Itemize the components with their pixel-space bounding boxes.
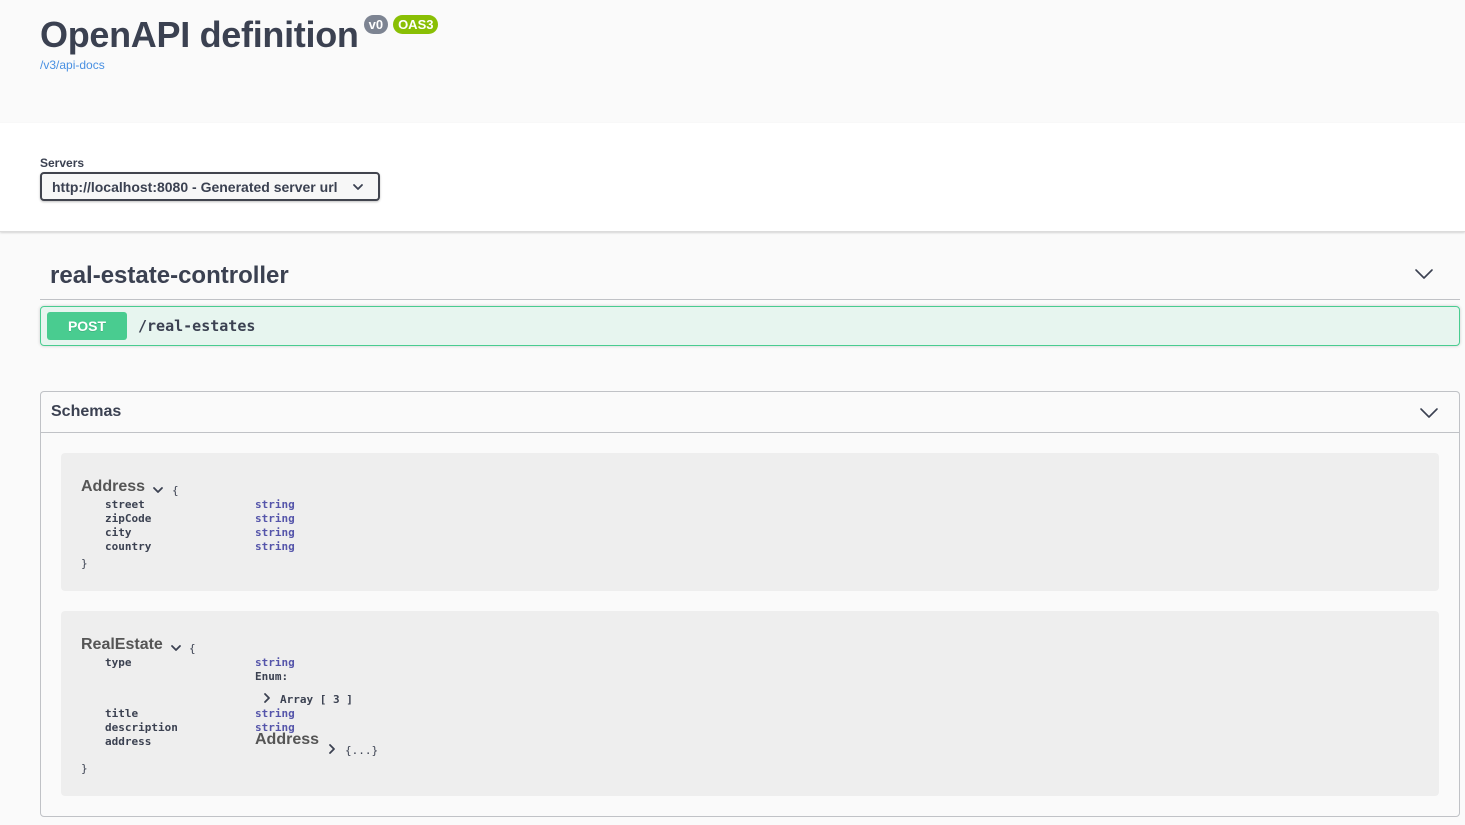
collapsed-ref[interactable]: {...} — [345, 744, 378, 757]
prop-name: description — [105, 721, 178, 734]
prop-type: string — [255, 707, 295, 720]
close-brace: } — [81, 557, 88, 570]
chevron-right-icon[interactable] — [327, 743, 337, 755]
prop-name: street — [105, 498, 145, 511]
model-name[interactable]: RealEstate — [81, 636, 163, 654]
oas-badge: OAS3 — [393, 15, 439, 34]
server-select[interactable]: http://localhost:8080 - Generated server… — [40, 172, 380, 201]
operation-post-real-estates[interactable]: POST /real-estates — [40, 306, 1460, 346]
servers-section: Servers http://localhost:8080 - Generate… — [0, 123, 1465, 232]
address-ref-name[interactable]: Address — [255, 731, 319, 749]
prop-name: title — [105, 707, 139, 720]
prop-name: city — [105, 526, 132, 539]
prop-name: type — [105, 656, 132, 669]
open-brace: { — [172, 484, 179, 497]
prop-type: string — [255, 656, 295, 669]
server-select-value: http://localhost:8080 - Generated server… — [52, 178, 338, 195]
prop-type: string — [255, 512, 295, 525]
close-brace: } — [81, 762, 88, 775]
model-real-estate: RealEstate { type string Enum: Array [ 3… — [61, 611, 1439, 796]
spec-url-link[interactable]: /v3/api-docs — [40, 58, 105, 72]
prop-type: string — [255, 526, 295, 539]
tag-name: real-estate-controller — [50, 262, 289, 289]
info-header: OpenAPI definition v0 OAS3 /v3/api-docs — [0, 0, 1465, 123]
prop-name: address — [105, 735, 152, 748]
api-title: OpenAPI definition — [40, 14, 359, 55]
open-brace: { — [189, 642, 196, 655]
prop-type: string — [255, 498, 295, 511]
prop-type: string — [255, 540, 295, 553]
title-row: OpenAPI definition v0 OAS3 — [40, 12, 439, 58]
enum-label: Enum: — [255, 670, 289, 683]
chevron-down-icon[interactable] — [1414, 266, 1434, 282]
chevron-right-icon[interactable] — [262, 692, 272, 704]
tag-section: real-estate-controller POST /real-estate… — [40, 252, 1460, 346]
chevron-down-icon[interactable] — [1419, 405, 1439, 421]
schemas-title: Schemas — [51, 403, 122, 420]
prop-name: country — [105, 540, 152, 553]
method-badge: POST — [47, 312, 127, 340]
model-address: Address { street string zipCode string c… — [61, 453, 1439, 591]
chevron-down-icon — [353, 184, 363, 190]
chevron-down-icon[interactable] — [152, 484, 164, 496]
prop-name: zipCode — [105, 512, 152, 525]
chevron-down-icon[interactable] — [170, 642, 182, 654]
operation-path: /real-estates — [138, 317, 256, 335]
servers-label: Servers — [40, 156, 85, 170]
schemas-header[interactable]: Schemas — [41, 392, 1459, 433]
schemas-section: Schemas Address { street string zipCode … — [40, 391, 1460, 817]
version-badge: v0 — [363, 15, 389, 34]
enum-array-toggle[interactable]: Array [ 3 ] — [280, 693, 353, 706]
tag-header[interactable]: real-estate-controller — [40, 252, 1460, 300]
model-name[interactable]: Address — [81, 478, 145, 496]
